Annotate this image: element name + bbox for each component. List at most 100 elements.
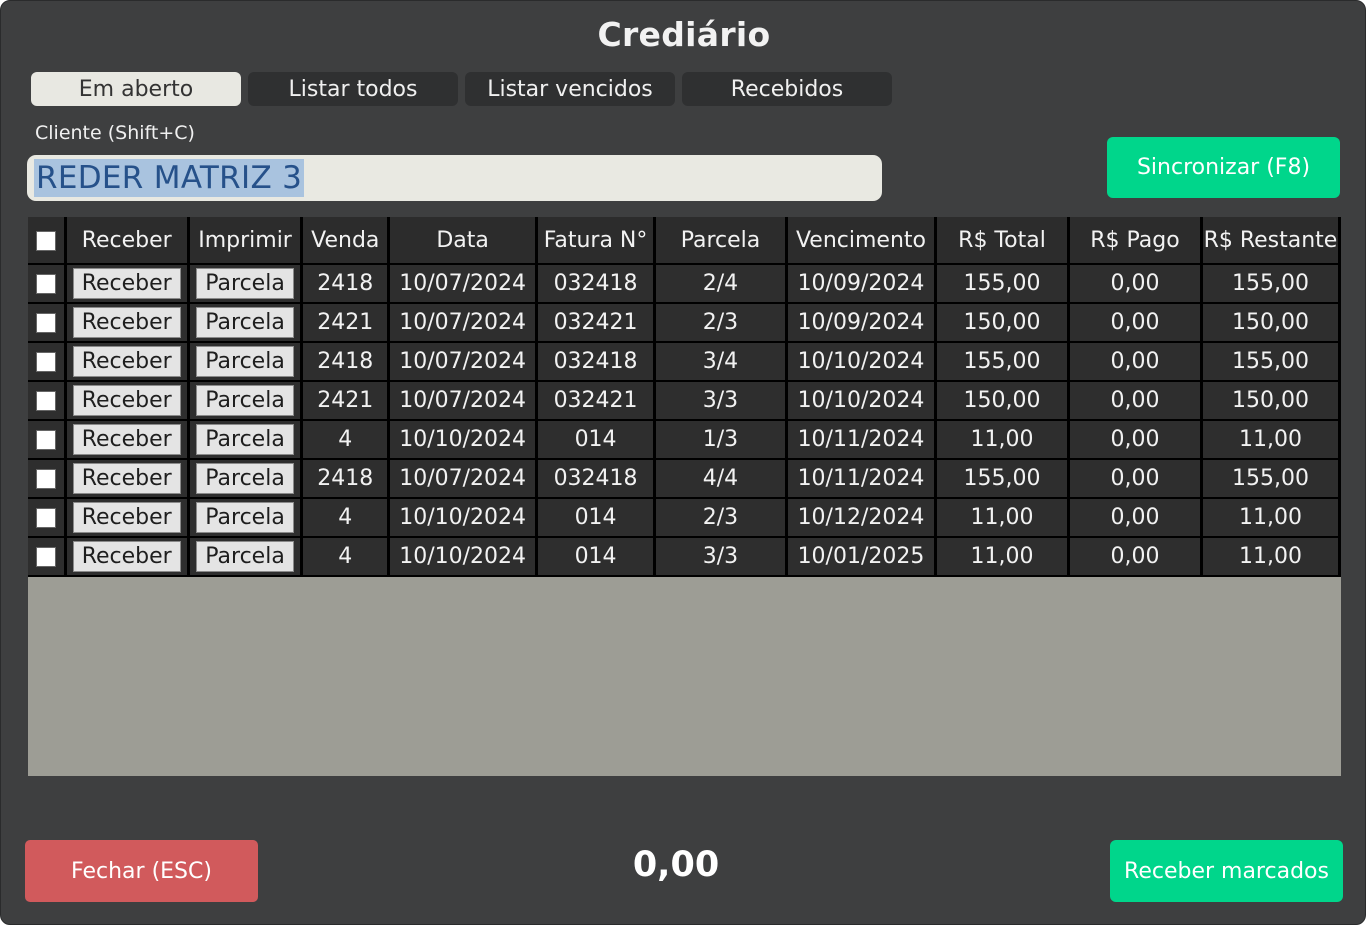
row-receive-cell: Receber bbox=[65, 342, 190, 382]
cell-venda: 2418 bbox=[301, 459, 391, 499]
row-checkbox[interactable] bbox=[35, 274, 56, 294]
col-header-restante: R$ Restante bbox=[1201, 217, 1342, 265]
table-row: Receber Parcela 2418 10/07/2024 032418 3/4 10/… bbox=[28, 342, 1342, 382]
receive-marked-button[interactable]: Receber marcados bbox=[1110, 840, 1343, 902]
close-button[interactable]: Fechar (ESC) bbox=[25, 840, 258, 902]
cell-total: 11,00 bbox=[935, 498, 1070, 538]
select-all-header bbox=[28, 217, 67, 265]
print-installment-button[interactable]: Parcela bbox=[196, 346, 294, 377]
row-select-cell bbox=[28, 264, 67, 304]
cell-vencimento: 10/10/2024 bbox=[786, 381, 938, 421]
row-checkbox[interactable] bbox=[35, 430, 56, 450]
table-row: Receber Parcela 4 10/10/2024 014 1/3 10/11/202… bbox=[28, 420, 1342, 460]
table-row: Receber Parcela 2418 10/07/2024 032418 4/4 10/… bbox=[28, 459, 1342, 499]
row-checkbox[interactable] bbox=[35, 469, 56, 489]
cell-restante: 11,00 bbox=[1201, 537, 1342, 577]
table-row: Receber Parcela 2421 10/07/2024 032421 2/3 10/… bbox=[28, 303, 1342, 343]
cell-venda: 4 bbox=[301, 498, 391, 538]
receive-row-button[interactable]: Receber bbox=[72, 268, 181, 299]
print-installment-button[interactable]: Parcela bbox=[196, 424, 294, 455]
print-installment-button[interactable]: Parcela bbox=[196, 268, 294, 299]
print-installment-button[interactable]: Parcela bbox=[196, 385, 294, 416]
tab-listar-vencidos[interactable]: Listar vencidos bbox=[465, 72, 675, 106]
cell-parcela: 2/3 bbox=[654, 303, 788, 343]
cell-vencimento: 10/09/2024 bbox=[786, 303, 938, 343]
print-installment-button[interactable]: Parcela bbox=[196, 307, 294, 338]
row-print-cell: Parcela bbox=[188, 459, 304, 499]
row-receive-cell: Receber bbox=[65, 498, 190, 538]
row-checkbox[interactable] bbox=[35, 391, 56, 411]
tab-em-aberto[interactable]: Em aberto bbox=[31, 72, 241, 106]
col-header-total: R$ Total bbox=[935, 217, 1070, 265]
row-receive-cell: Receber bbox=[65, 381, 190, 421]
col-header-receber: Receber bbox=[65, 217, 190, 265]
cell-pago: 0,00 bbox=[1068, 459, 1203, 499]
print-installment-button[interactable]: Parcela bbox=[196, 463, 294, 494]
row-receive-cell: Receber bbox=[65, 264, 190, 304]
row-select-cell bbox=[28, 459, 67, 499]
row-print-cell: Parcela bbox=[188, 303, 304, 343]
tab-recebidos[interactable]: Recebidos bbox=[682, 72, 892, 106]
cell-restante: 11,00 bbox=[1201, 498, 1342, 538]
tab-listar-todos[interactable]: Listar todos bbox=[248, 72, 458, 106]
col-header-venda: Venda bbox=[301, 217, 391, 265]
row-select-cell bbox=[28, 303, 67, 343]
cell-total: 150,00 bbox=[935, 303, 1070, 343]
cell-fatura: 014 bbox=[536, 537, 656, 577]
print-installment-button[interactable]: Parcela bbox=[196, 541, 294, 572]
row-select-cell bbox=[28, 342, 67, 382]
cell-fatura: 032418 bbox=[536, 459, 656, 499]
receive-row-button[interactable]: Receber bbox=[72, 502, 181, 533]
row-checkbox[interactable] bbox=[35, 313, 56, 333]
row-print-cell: Parcela bbox=[188, 381, 304, 421]
row-checkbox[interactable] bbox=[35, 547, 56, 567]
row-print-cell: Parcela bbox=[188, 264, 304, 304]
cell-parcela: 4/4 bbox=[654, 459, 788, 499]
client-input[interactable]: REDER MATRIZ 3 bbox=[27, 155, 882, 201]
print-installment-button[interactable]: Parcela bbox=[196, 502, 294, 533]
client-label: Cliente (Shift+C) bbox=[35, 122, 195, 144]
table-header-row: Receber Imprimir Venda Data Fatura N° Pa… bbox=[28, 217, 1342, 265]
row-select-cell bbox=[28, 498, 67, 538]
select-all-checkbox[interactable] bbox=[35, 230, 56, 251]
cell-vencimento: 10/11/2024 bbox=[786, 420, 938, 460]
receive-row-button[interactable]: Receber bbox=[72, 307, 181, 338]
installments-table: Receber Imprimir Venda Data Fatura N° Pa… bbox=[28, 217, 1342, 577]
col-header-vencimento: Vencimento bbox=[786, 217, 938, 265]
row-select-cell bbox=[28, 381, 67, 421]
cell-pago: 0,00 bbox=[1068, 420, 1203, 460]
row-print-cell: Parcela bbox=[188, 420, 304, 460]
cell-fatura: 032421 bbox=[536, 381, 656, 421]
cell-pago: 0,00 bbox=[1068, 342, 1203, 382]
table-body: Receber Parcela 2418 10/07/2024 032418 2/4 10/… bbox=[28, 264, 1342, 577]
table-row: Receber Parcela 2418 10/07/2024 032418 2/4 10/… bbox=[28, 264, 1342, 304]
cell-fatura: 032421 bbox=[536, 303, 656, 343]
cell-pago: 0,00 bbox=[1068, 303, 1203, 343]
receive-row-button[interactable]: Receber bbox=[72, 346, 181, 377]
cell-venda: 2421 bbox=[301, 303, 391, 343]
cell-parcela: 3/4 bbox=[654, 342, 788, 382]
receive-row-button[interactable]: Receber bbox=[72, 385, 181, 416]
row-checkbox[interactable] bbox=[35, 352, 56, 372]
col-header-parcela: Parcela bbox=[654, 217, 788, 265]
col-header-imprimir: Imprimir bbox=[188, 217, 304, 265]
cell-restante: 150,00 bbox=[1201, 303, 1342, 343]
cell-vencimento: 10/11/2024 bbox=[786, 459, 938, 499]
window-title: Crediário bbox=[597, 15, 771, 54]
cell-data: 10/10/2024 bbox=[388, 498, 539, 538]
cell-pago: 0,00 bbox=[1068, 537, 1203, 577]
receive-row-button[interactable]: Receber bbox=[72, 463, 181, 494]
cell-vencimento: 10/09/2024 bbox=[786, 264, 938, 304]
row-checkbox[interactable] bbox=[35, 508, 56, 528]
cell-parcela: 3/3 bbox=[654, 537, 788, 577]
receive-row-button[interactable]: Receber bbox=[72, 541, 181, 572]
cell-restante: 155,00 bbox=[1201, 459, 1342, 499]
row-print-cell: Parcela bbox=[188, 537, 304, 577]
sync-button[interactable]: Sincronizar (F8) bbox=[1107, 137, 1340, 198]
cell-data: 10/10/2024 bbox=[388, 420, 539, 460]
cell-parcela: 1/3 bbox=[654, 420, 788, 460]
receive-row-button[interactable]: Receber bbox=[72, 424, 181, 455]
cell-parcela: 3/3 bbox=[654, 381, 788, 421]
cell-data: 10/07/2024 bbox=[388, 303, 539, 343]
cell-fatura: 014 bbox=[536, 498, 656, 538]
